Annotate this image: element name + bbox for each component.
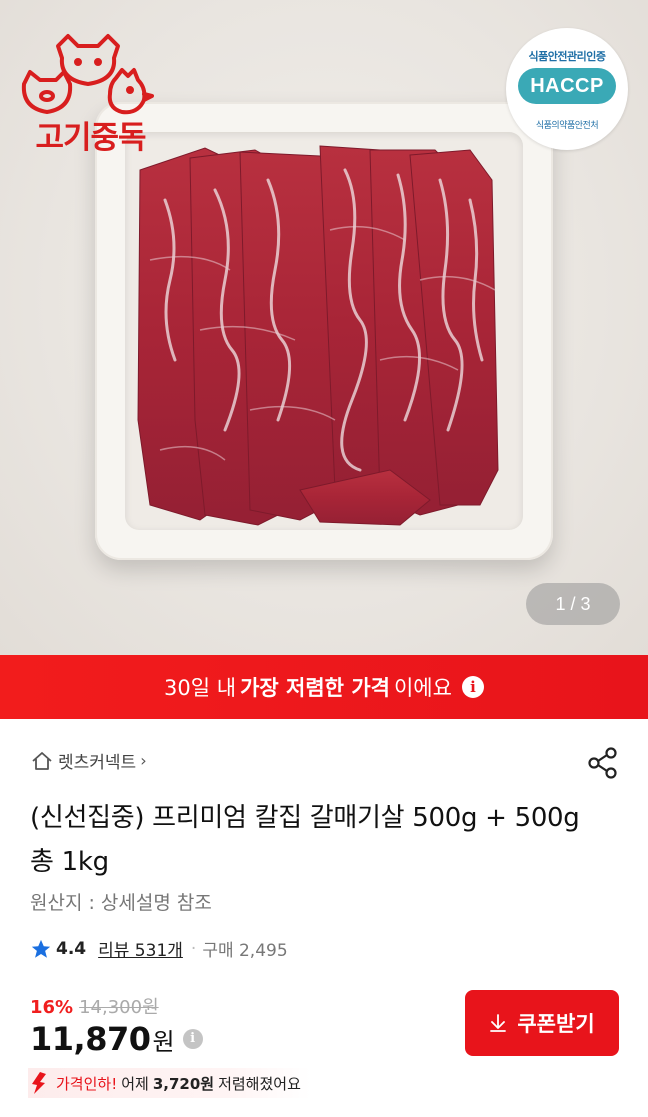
product-title: (신선집중) 프리미엄 칼집 갈매기살 500g + 500g 총 1kg [30, 803, 580, 877]
haccp-label: HACCP [518, 68, 616, 104]
separator-dot: · [190, 938, 197, 959]
price-drop-suffix: 저렴해졌어요 [218, 1074, 301, 1093]
brand-logo-text: 고기중독 [35, 120, 146, 156]
original-price: 14,300원 [79, 997, 159, 1018]
animal-mascots-icon [21, 34, 154, 115]
price-info-icon[interactable]: i [182, 1029, 203, 1049]
download-icon [490, 1014, 507, 1032]
review-link[interactable]: 리뷰 531개 [98, 936, 183, 961]
lowest-price-banner[interactable]: 30일 내 가장 저렴한 가격 이에요 i [0, 655, 648, 719]
discount-rate: 16% [30, 997, 74, 1018]
coupon-button[interactable]: 쿠폰받기 [465, 990, 619, 1056]
store-name: 렛츠커넥트 [58, 753, 137, 773]
haccp-bottom-text: 식품의약품안전처 [535, 121, 599, 131]
price-drop-arrow-icon [32, 1072, 46, 1094]
price-drop-notice: 가격인하! 어제 3,720원 저렴해졌어요 [28, 1068, 311, 1098]
banner-text-strong: 가장 저렴한 가격 [240, 676, 390, 700]
chevron-right-icon: › [140, 751, 147, 770]
info-icon[interactable]: i [461, 676, 484, 698]
price-drop-prefix: 가격인하! [56, 1074, 118, 1093]
rating-row: 4.4 리뷰 531개 · 구매 2,495 [30, 936, 288, 961]
product-origin: 원산지 : 상세설명 참조 [30, 892, 212, 914]
price-drop-mid: 어제 [121, 1074, 149, 1093]
purchase-count: 구매 2,495 [202, 941, 288, 961]
gallery-page-indicator: 1 / 3 [526, 583, 620, 625]
price-drop-amount: 3,720원 [152, 1074, 215, 1093]
haccp-top-text: 식품안전관리인증 [528, 50, 606, 63]
share-icon[interactable] [584, 744, 622, 782]
discount-row: 16% 14,300원 [30, 993, 159, 1019]
rating-value: 4.4 [56, 938, 87, 959]
home-icon [32, 751, 52, 770]
coupon-button-label: 쿠폰받기 [517, 1013, 595, 1036]
product-image-gallery[interactable]: 고기중독 식품안전관리인증 HACCP 식품의약품안전처 1 / 3 [0, 0, 648, 655]
price-unit: 원 [152, 1027, 175, 1056]
store-link[interactable]: 렛츠커넥트 › [30, 748, 147, 773]
sale-price: 11,870 [30, 1020, 151, 1058]
banner-text-post: 이에요 [393, 676, 452, 700]
price-row: 11,870 원 i [30, 1020, 203, 1058]
star-icon [31, 939, 51, 958]
brand-logo: 고기중독 [18, 28, 163, 156]
haccp-badge: 식품안전관리인증 HACCP 식품의약품안전처 [506, 28, 628, 150]
banner-text-pre: 30일 내 [164, 676, 237, 700]
